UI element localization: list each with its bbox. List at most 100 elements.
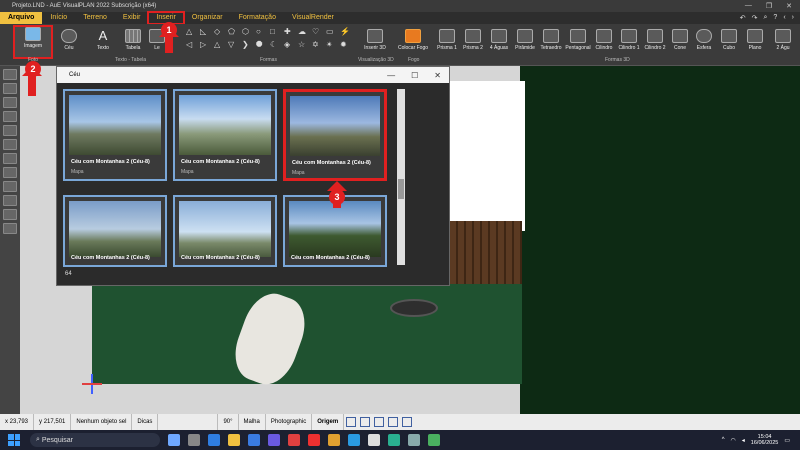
star6-shape-icon[interactable]: ✡ [312,40,319,49]
rectangle-tool-icon[interactable] [3,223,17,234]
texto-button[interactable]: A Texto [92,29,114,52]
shape3d-plano[interactable]: Plano [746,29,764,51]
menu-visualrender[interactable]: VisualRender [284,12,342,24]
zoom-out-icon[interactable] [3,111,17,122]
sky-card[interactable]: Céu com Montanhas 2 (Céu-8) [63,195,167,267]
rect-shape-icon[interactable]: ▭ [326,27,334,36]
shape3d-esfera[interactable]: Esfera [695,29,713,51]
task-view-icon[interactable] [188,434,200,446]
redo-icon[interactable]: ↷ [752,14,758,22]
shape3d-cilindro-1[interactable]: Cilindro 1 [618,29,640,51]
snap-icon[interactable] [388,417,399,427]
pentagon-shape-icon[interactable]: ⬠ [228,27,235,36]
circle-tool-icon[interactable] [3,209,17,220]
help-icon[interactable]: ? [773,14,777,22]
shape3d-tetraedro[interactable]: Tetraedro [540,29,562,51]
arrow-down-shape-icon[interactable]: ▽ [228,40,234,49]
sky-card[interactable]: Céu com Montanhas 2 (Céu-8) Mapa [63,89,167,181]
taskbar-search[interactable]: ⌕ Pesquisar [30,433,160,447]
clock[interactable]: 15:04 16/06/2025 [751,434,779,446]
circle-shape-icon[interactable]: ○ [256,27,261,36]
triangle-shape-icon[interactable]: △ [186,27,192,36]
arrow-up-shape-icon[interactable]: △ [214,40,220,49]
grid-icon[interactable] [3,181,17,192]
diamond-shape-icon[interactable]: ◇ [214,27,220,36]
arrow-left-shape-icon[interactable]: ◁ [186,40,192,49]
volume-icon[interactable]: ◂ [742,437,745,444]
star8-shape-icon[interactable]: ✴ [326,40,333,49]
shape3d-prisma-1[interactable]: Prisma 1 [436,29,458,51]
shape3d-prisma-2[interactable]: Prisma 2 [462,29,484,51]
status-photographic[interactable]: Photographic [266,414,313,430]
shape3d-cone[interactable]: Cone [671,29,689,51]
zoom-in-icon[interactable] [3,97,17,108]
sky-card[interactable]: Céu com Montanhas 2 (Céu-8) [173,195,277,267]
snap-icon[interactable] [346,417,357,427]
sky-card[interactable]: Céu com Montanhas 2 (Céu-8) Mapa [173,89,277,181]
heart-shape-icon[interactable]: ♡ [312,27,319,36]
snap-icon[interactable] [360,417,371,427]
chevron-shape-icon[interactable]: ❯ [242,40,249,49]
chevron-up-icon[interactable]: ^ [722,437,725,443]
menu-terreno[interactable]: Terreno [75,12,115,24]
pencil-icon[interactable] [3,153,17,164]
shape3d-4-aguas[interactable]: 4 Águas [488,29,510,51]
app-icon[interactable] [288,434,300,446]
scroll-thumb[interactable] [398,179,404,199]
menu-exibir[interactable]: Exibir [115,12,149,24]
visualplan-icon[interactable] [388,434,400,446]
status-origem[interactable]: Origem [312,414,345,430]
sky-card-selected[interactable]: Céu com Montanhas 2 (Céu-8) Mapa [283,89,387,181]
move-icon[interactable] [3,167,17,178]
forward-icon[interactable]: › [792,14,794,22]
minimize-button[interactable]: — [745,2,752,10]
gallery-scrollbar[interactable] [397,89,405,265]
status-malha[interactable]: Malha [239,414,266,430]
back-icon[interactable]: ‹ [783,14,785,22]
store-icon[interactable] [248,434,260,446]
hand-pan-icon[interactable] [3,83,17,94]
dialog-minimize-button[interactable]: — [387,71,395,80]
undo-icon[interactable]: ↶ [740,14,746,22]
dialog-close-button[interactable]: ✕ [434,71,441,80]
shape3d-cilindro[interactable]: Cilindro [594,29,614,51]
maximize-button[interactable]: ❐ [766,2,772,10]
star-shape-icon[interactable]: ☆ [298,40,305,49]
colocar-fogo-button[interactable]: Colocar Fogo [398,29,428,51]
snap-icon[interactable] [402,417,413,427]
octagon-shape-icon[interactable]: ⯃ [256,40,262,50]
zoom-extent-icon[interactable] [3,125,17,136]
edge-icon[interactable] [208,434,220,446]
shape3d-2-aguas[interactable]: 2 Águ [772,29,794,51]
ceu-button[interactable]: Céu [58,29,80,51]
app-icon[interactable] [408,434,420,446]
tabela-button[interactable]: Tabela [122,29,144,51]
imagem-button[interactable]: Imagem [13,25,53,59]
notification-icon[interactable]: ▭ [784,437,790,444]
menu-inicio[interactable]: Início [42,12,75,24]
youtube-icon[interactable] [308,434,320,446]
status-angle[interactable]: 90° [218,414,239,430]
file-explorer-icon[interactable] [228,434,240,446]
chrome-icon[interactable] [328,434,340,446]
menu-formatacao[interactable]: Formatação [231,12,284,24]
select-arrow-icon[interactable] [3,69,17,80]
snap-icon[interactable] [374,417,385,427]
arrow-right-shape-icon[interactable]: ▷ [200,40,206,49]
square-shape-icon[interactable]: □ [270,27,275,36]
search-icon[interactable]: ⌕ [763,14,767,22]
telegram-icon[interactable] [348,434,360,446]
wall-icon[interactable] [3,195,17,206]
copilot-icon[interactable] [168,434,180,446]
right-triangle-shape-icon[interactable]: ◺ [200,27,206,36]
cloud-shape-icon[interactable]: ☁ [298,27,306,36]
menu-arquivo[interactable]: Arquivo [0,12,43,24]
inserir-3d-button[interactable]: Inserir 3D [362,29,388,51]
chat-icon[interactable] [368,434,380,446]
shape3d-cubo[interactable]: Cubo [720,29,738,51]
hexagon-shape-icon[interactable]: ⬡ [242,27,249,36]
wifi-icon[interactable]: ◠ [731,437,736,444]
teams-icon[interactable] [268,434,280,446]
cross-shape-icon[interactable]: ✚ [284,27,291,36]
menu-organizar[interactable]: Organizar [184,12,231,24]
